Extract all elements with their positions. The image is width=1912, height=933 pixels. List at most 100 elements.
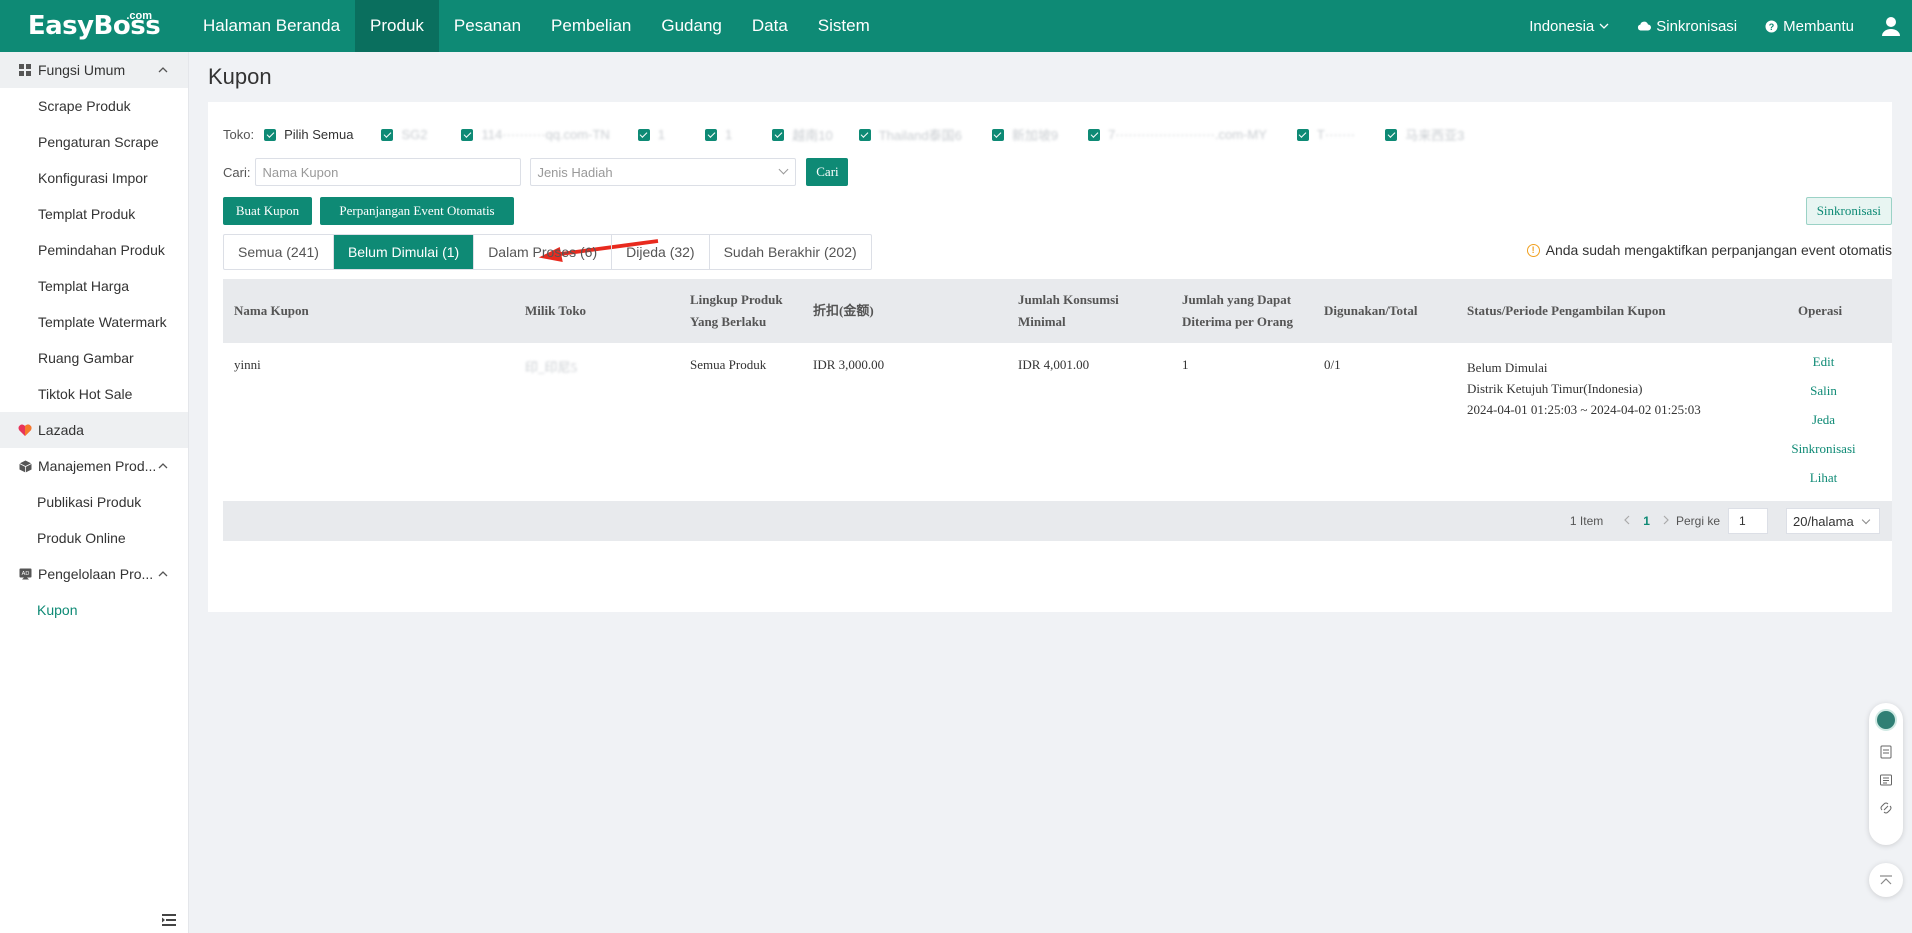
sidebar-item-publish-product[interactable]: Publikasi Produk bbox=[0, 484, 188, 520]
nav-item-data[interactable]: Data bbox=[737, 0, 803, 52]
col-header-scope-line1: Lingkup Produk bbox=[690, 292, 783, 307]
edit-link[interactable]: Edit bbox=[1781, 347, 1866, 376]
sidebar-group-promotion[interactable]: AD Pengelolaan Pro... bbox=[0, 556, 188, 592]
tab-paused[interactable]: Dijeda (32) bbox=[612, 235, 710, 269]
sidebar-item-product-transfer[interactable]: Pemindahan Produk bbox=[0, 232, 188, 268]
store-checkbox[interactable]: 越南10 bbox=[772, 125, 833, 144]
col-header-per-person-line1: Jumlah yang Dapat bbox=[1182, 292, 1292, 307]
goto-page-input[interactable]: 1 bbox=[1728, 508, 1768, 534]
store-name: T······· bbox=[1316, 127, 1356, 142]
store-checkbox[interactable]: 马来西亚3 bbox=[1385, 125, 1464, 144]
col-header-status: Status/Periode Pengambilan Kupon bbox=[1467, 303, 1666, 318]
nav-item-home[interactable]: Halaman Beranda bbox=[188, 0, 355, 52]
svg-text:?: ? bbox=[1769, 22, 1775, 32]
sidebar-item-online-product[interactable]: Produk Online bbox=[0, 520, 188, 556]
user-icon[interactable] bbox=[1880, 15, 1902, 37]
sidebar-group-general[interactable]: Fungsi Umum bbox=[0, 52, 188, 88]
auto-extend-event-button[interactable]: Perpanjangan Event Otomatis bbox=[320, 197, 514, 225]
nav-item-warehouse[interactable]: Gudang bbox=[646, 0, 737, 52]
store-name: 1 bbox=[657, 127, 666, 142]
checkbox-checked-icon bbox=[1088, 128, 1101, 141]
page-size-select[interactable]: 20/halama bbox=[1786, 508, 1880, 534]
document-icon[interactable] bbox=[1879, 773, 1893, 787]
store-name: SG2 bbox=[401, 127, 428, 142]
sidebar-item-coupon[interactable]: Kupon bbox=[0, 592, 188, 628]
store-checkbox[interactable]: Thailand泰国6 bbox=[858, 125, 962, 144]
next-page-icon[interactable] bbox=[1662, 514, 1670, 528]
cell-per-person: 1 bbox=[1182, 357, 1189, 372]
sidebar-item-image-space[interactable]: Ruang Gambar bbox=[0, 340, 188, 376]
copy-link[interactable]: Salin bbox=[1781, 376, 1866, 405]
menu-collapse-icon[interactable] bbox=[162, 913, 176, 926]
sidebar-group-product-management[interactable]: Manajemen Prod... bbox=[0, 448, 188, 484]
page-title: Kupon bbox=[208, 64, 272, 89]
prev-page-icon[interactable] bbox=[1623, 514, 1631, 528]
pause-link[interactable]: Jeda bbox=[1781, 405, 1866, 434]
create-coupon-button[interactable]: Buat Kupon bbox=[223, 197, 312, 225]
sidebar-item-scrape-product[interactable]: Scrape Produk bbox=[0, 88, 188, 124]
chevron-up-icon bbox=[158, 67, 168, 73]
nav-item-orders[interactable]: Pesanan bbox=[439, 0, 536, 52]
link-icon[interactable] bbox=[1879, 801, 1893, 815]
store-checkbox[interactable]: T······· bbox=[1296, 127, 1356, 142]
chevron-down-icon bbox=[1861, 515, 1871, 525]
floating-toolbar bbox=[1869, 703, 1903, 845]
top-navbar: EasyBoss .com Halaman Beranda Produk Pes… bbox=[0, 0, 1912, 52]
cell-scope: Semua Produk bbox=[690, 357, 767, 372]
select-all-checkbox[interactable]: Pilih Semua bbox=[264, 127, 353, 142]
help-link[interactable]: ? Membantu bbox=[1765, 18, 1854, 35]
reward-type-select[interactable]: Jenis Hadiah bbox=[530, 158, 797, 186]
tab-ended[interactable]: Sudah Berakhir (202) bbox=[710, 235, 871, 269]
sync-button[interactable]: Sinkronisasi bbox=[1805, 197, 1892, 225]
country-selector[interactable]: Indonesia bbox=[1529, 18, 1609, 35]
col-header-scope: Lingkup Produk Yang Berlaku bbox=[690, 279, 783, 343]
view-link[interactable]: Lihat bbox=[1781, 463, 1866, 492]
sidebar-item-product-template[interactable]: Templat Produk bbox=[0, 196, 188, 232]
logo[interactable]: EasyBoss .com bbox=[0, 0, 188, 52]
sidebar-item-tiktok-hot-sale[interactable]: Tiktok Hot Sale bbox=[0, 376, 188, 412]
store-name: 7·······················.com-MY bbox=[1108, 127, 1267, 142]
nav-item-products[interactable]: Produk bbox=[355, 0, 439, 52]
nav-item-purchasing[interactable]: Pembelian bbox=[536, 0, 646, 52]
sidebar-group-lazada[interactable]: Lazada bbox=[0, 412, 188, 448]
store-checkbox[interactable]: 114··········qq.com-TN bbox=[461, 127, 610, 142]
search-button[interactable]: Cari bbox=[806, 158, 849, 186]
tab-not-started[interactable]: Belum Dimulai (1) bbox=[333, 235, 475, 269]
checkbox-checked-icon bbox=[637, 128, 650, 141]
tab-all[interactable]: Semua (241) bbox=[224, 235, 334, 269]
promotion-icon: AD bbox=[18, 567, 32, 581]
store-checkbox[interactable]: 7·······················.com-MY bbox=[1088, 127, 1267, 142]
tab-in-progress[interactable]: Dalam Proses (6) bbox=[474, 235, 613, 269]
col-header-per-person-line2: Diterima per Orang bbox=[1182, 314, 1293, 329]
status-text: Belum Dimulai bbox=[1467, 360, 1548, 375]
col-header-store: Milik Toko bbox=[525, 303, 587, 318]
warning-icon: ! bbox=[1526, 243, 1540, 257]
sync-link[interactable]: Sinkronisasi bbox=[1781, 434, 1866, 463]
page-number[interactable]: 1 bbox=[1643, 514, 1650, 528]
notebook-icon[interactable] bbox=[1879, 745, 1893, 759]
store-checkbox[interactable]: 新加坡9 bbox=[991, 125, 1058, 144]
back-to-top-button[interactable] bbox=[1869, 863, 1903, 897]
sidebar-group-label: Lazada bbox=[38, 422, 84, 438]
checkbox-checked-icon bbox=[772, 128, 785, 141]
coupon-table: Nama Kupon Milik Toko Lingkup Produk Yan… bbox=[223, 279, 1892, 541]
coupon-name-input[interactable]: Nama Kupon bbox=[255, 158, 522, 186]
logo-suffix: .com bbox=[126, 10, 152, 22]
store-checkbox[interactable]: 1 bbox=[637, 127, 666, 142]
store-checkbox[interactable]: SG2 bbox=[381, 127, 427, 142]
sidebar-item-import-config[interactable]: Konfigurasi Impor bbox=[0, 160, 188, 196]
cell-store: 印_印尼5 bbox=[525, 360, 578, 375]
store-checkbox[interactable]: 1 bbox=[705, 127, 732, 142]
sync-top-link[interactable]: Sinkronisasi bbox=[1637, 18, 1737, 35]
lazada-heart-icon bbox=[18, 423, 32, 437]
status-tabs: Semua (241) Belum Dimulai (1) Dalam Pros… bbox=[223, 234, 872, 270]
support-avatar-icon[interactable] bbox=[1875, 709, 1897, 731]
store-filter-row: Toko: Pilih Semua SG2 114··········qq.co… bbox=[223, 125, 1464, 144]
nav-item-system[interactable]: Sistem bbox=[803, 0, 885, 52]
goto-label: Pergi ke bbox=[1675, 514, 1720, 528]
col-header-min-line2: Minimal bbox=[1018, 314, 1066, 329]
sidebar-item-price-template[interactable]: Templat Harga bbox=[0, 268, 188, 304]
sidebar-item-scrape-settings[interactable]: Pengaturan Scrape bbox=[0, 124, 188, 160]
sidebar-item-watermark-template[interactable]: Template Watermark bbox=[0, 304, 188, 340]
main-content: Kupon Toko: Pilih Semua SG2 114·········… bbox=[189, 52, 1912, 933]
